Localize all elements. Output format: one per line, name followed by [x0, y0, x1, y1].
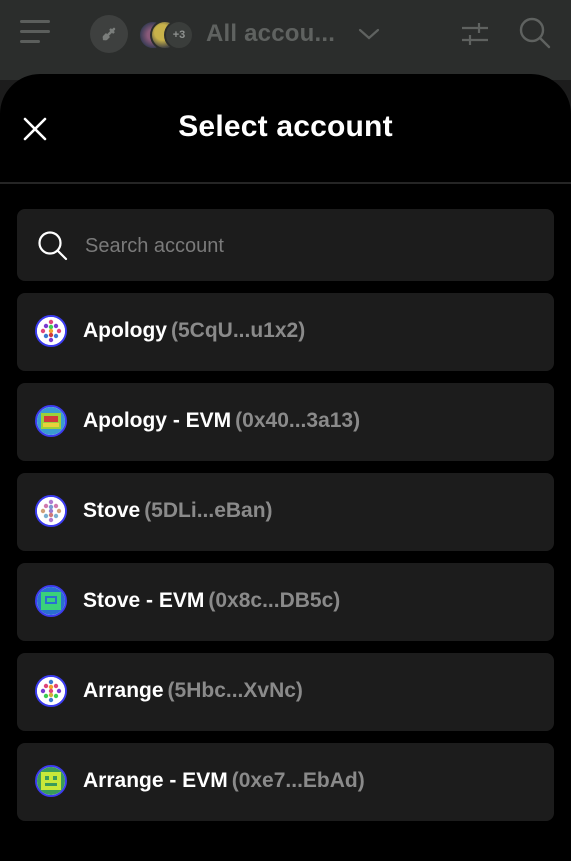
search-account-input[interactable]	[83, 227, 527, 265]
account-row-apology-evm[interactable]: Apology - EVM (0x40...3a13)	[17, 383, 554, 461]
select-account-sheet: Select account Apology(5CqU...u1x2)	[0, 74, 571, 861]
menu-icon[interactable]	[20, 20, 52, 46]
divider	[0, 182, 571, 184]
account-address: (5CqU...u1x2)	[171, 319, 306, 342]
account-name: Arrange - EVM	[83, 769, 228, 792]
account-row-stove[interactable]: Stove (5DLi...eBan)	[17, 473, 554, 551]
account-avatar	[35, 675, 67, 707]
plug-icon[interactable]	[90, 15, 128, 53]
account-row-arrange-evm[interactable]: Arrange - EVM (0xe7...EbAd)	[17, 743, 554, 821]
account-name: Arrange	[83, 679, 164, 702]
search-icon[interactable]	[518, 16, 552, 55]
account-avatar	[35, 405, 67, 437]
account-name: Stove - EVM	[83, 589, 205, 612]
account-address: (5DLi...eBan)	[144, 499, 273, 522]
search-icon	[37, 230, 69, 267]
account-name: Apology	[83, 319, 167, 342]
top-bar: +3 All accou...	[0, 0, 571, 80]
account-avatar	[35, 585, 67, 617]
account-label: Stove - EVM (0x8c...DB5c)	[83, 589, 340, 613]
account-address: (0x40...3a13)	[235, 409, 361, 432]
account-label: Apology (5CqU...u1x2)	[83, 319, 305, 343]
account-row-stove-evm[interactable]: Stove - EVM (0x8c...DB5c)	[17, 563, 554, 641]
account-address: (5Hbc...XvNc)	[167, 679, 303, 702]
account-name: Stove	[83, 499, 141, 522]
more-accounts-badge: +3	[164, 20, 194, 50]
account-avatar	[35, 315, 67, 347]
account-label: Arrange - EVM (0xe7...EbAd)	[83, 769, 365, 793]
all-accounts-label[interactable]: All accou...	[206, 20, 335, 48]
account-label: Stove (5DLi...eBan)	[83, 499, 273, 523]
sheet-title: Select account	[178, 110, 393, 143]
account-address: (0xe7...EbAd)	[231, 769, 365, 792]
account-avatar	[35, 495, 67, 527]
account-label: Arrange (5Hbc...XvNc)	[83, 679, 303, 703]
account-avatars-stack[interactable]: +3	[138, 18, 198, 50]
search-account-field[interactable]	[17, 209, 554, 281]
account-row-apology[interactable]: Apology (5CqU...u1x2)	[17, 293, 554, 371]
filter-icon[interactable]	[460, 20, 490, 53]
account-name: Apology - EVM	[83, 409, 232, 432]
chevron-down-icon[interactable]	[356, 24, 382, 49]
account-row-arrange[interactable]: Arrange (5Hbc...XvNc)	[17, 653, 554, 731]
account-avatar	[35, 765, 67, 797]
account-address: (0x8c...DB5c)	[208, 589, 341, 612]
account-label: Apology - EVM (0x40...3a13)	[83, 409, 360, 433]
